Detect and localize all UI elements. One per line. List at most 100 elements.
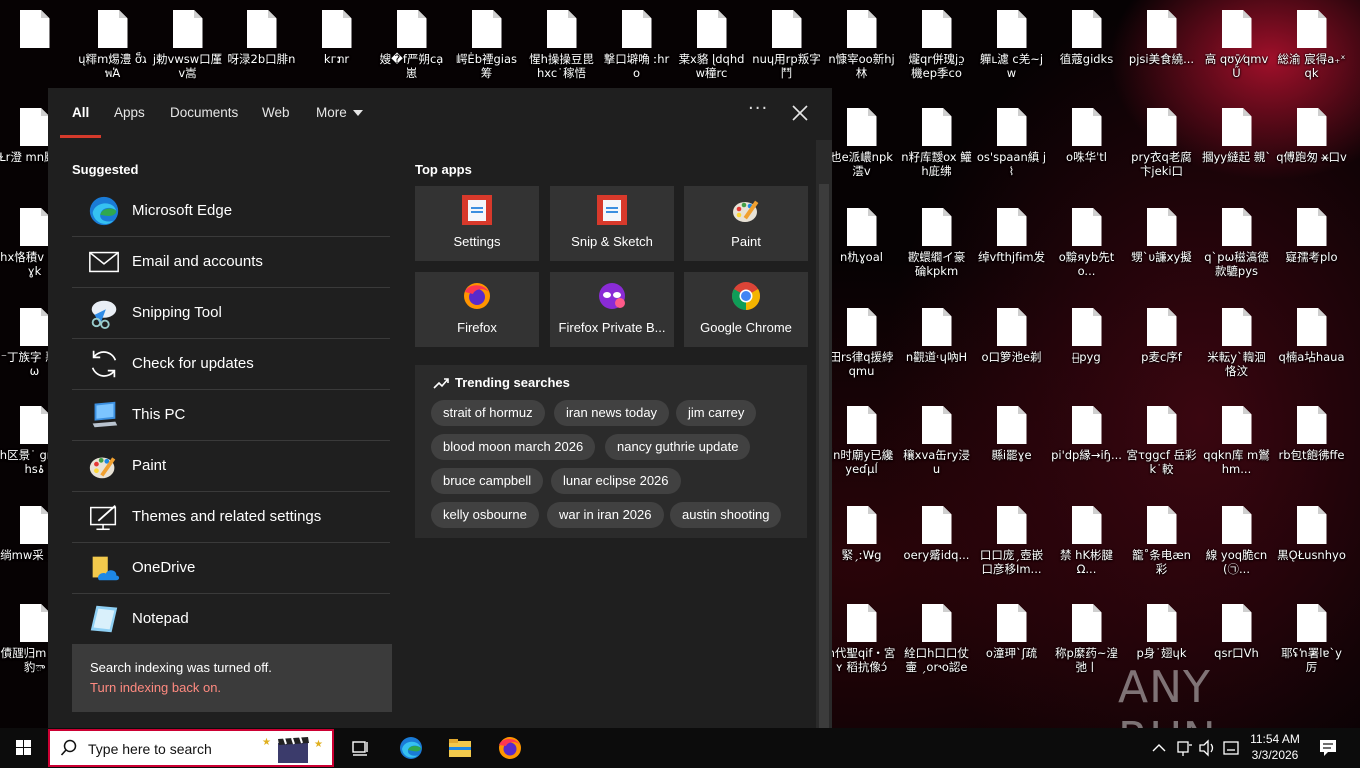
desktop-file-icon[interactable]: 歁蠉繝イ豪 碖kpkm <box>899 198 974 294</box>
chevron-up-icon[interactable] <box>1150 728 1168 768</box>
file-explorer-icon[interactable] <box>446 734 474 762</box>
desktop-file-icon[interactable]: q`pω稵滈徳 款騼pys <box>1199 198 1274 294</box>
desktop-file-icon[interactable]: oery觱idq... <box>899 496 974 592</box>
tab-documents[interactable]: Documents <box>170 105 238 120</box>
desktop-file-icon[interactable]: p麦c序f <box>1124 298 1199 394</box>
keyboard-layout-icon[interactable] <box>1221 728 1241 768</box>
desktop-file-icon[interactable]: pry衣q老腐 卞jeki口 <box>1124 98 1199 194</box>
taskbar-search-box[interactable]: Type here to search ★ ★ <box>48 729 334 767</box>
desktop-file-icon[interactable]: 総渝 宸得a₊ˣqk <box>1274 0 1349 96</box>
tab-web[interactable]: Web <box>262 105 290 120</box>
notifications-icon[interactable] <box>1316 728 1340 768</box>
suggested-item-check-updates[interactable]: Check for updates <box>72 339 390 390</box>
desktop-file-icon[interactable]: 口口庞ˏ壺嵌 口彦移Im... <box>974 496 1049 592</box>
desktop-file-icon[interactable]: q傅跑匆 x̶口v <box>1274 98 1349 194</box>
desktop-file-icon[interactable]: qqkn库 m鸑hm... <box>1199 396 1274 492</box>
top-app-firefox-private[interactable]: Firefox Private B... <box>550 272 674 347</box>
suggested-item-snipping-tool[interactable]: Snipping Tool <box>72 288 390 339</box>
desktop-file-icon[interactable]: 籠˚条电æn 彩 <box>1124 496 1199 592</box>
trending-chip[interactable]: jim carrey <box>676 400 757 426</box>
trending-chip[interactable]: bruce campbell <box>431 468 544 494</box>
desktop-file-icon[interactable]: n慷宰oo新hj 林 <box>824 0 899 96</box>
desktop-file-icon[interactable]: 摑yy繨起 親ˋ <box>1199 98 1274 194</box>
trending-chip[interactable]: war in iran 2026 <box>547 502 664 528</box>
network-icon[interactable] <box>1174 728 1194 768</box>
desktop-file-icon[interactable]: o黭яyb先to... <box>1049 198 1124 294</box>
trending-chip[interactable]: kelly osbourne <box>431 502 539 528</box>
trending-chip[interactable]: austin shooting <box>670 502 782 528</box>
tab-all[interactable]: All <box>72 105 89 120</box>
desktop-file-icon[interactable]: 绰vfthjfɨm发 <box>974 198 1049 294</box>
desktop-file-icon[interactable]: 爖qr併瑰jɔ̤ 機ep季co <box>899 0 974 96</box>
desktop-file-icon[interactable]: 撃口壀唃 ːhro <box>599 0 674 96</box>
desktop-file-icon[interactable]: 絟口h口口仗壷 ˏor˞ᴏ認e <box>899 594 974 690</box>
trending-chip[interactable]: strait of hormuz <box>431 400 545 426</box>
desktop-file-icon[interactable]: 縣i罷ɣe <box>974 396 1049 492</box>
desktop-file-icon[interactable]: 穰xva缶ry浸 u <box>899 396 974 492</box>
desktop-file-icon[interactable]: 禁 hK彬腱Ω... <box>1049 496 1124 592</box>
desktop-file-icon[interactable]: 计̶pyg <box>1049 298 1124 394</box>
top-app-chrome[interactable]: Google Chrome <box>684 272 808 347</box>
trending-chip[interactable]: iran news today <box>554 400 670 426</box>
desktop-file-icon[interactable]: o口箩池e剃 <box>974 298 1049 394</box>
desktop-file-icon[interactable]: 徝蔻gidks <box>1049 0 1124 96</box>
desktop-file-icon[interactable]: ų䊫m焬澧 ơג็พἉ <box>75 0 150 96</box>
desktop-file-icon[interactable]: 枽x貉 ɭdqhdw穜rc <box>674 0 749 96</box>
desktop-file-icon[interactable]: kгກr <box>299 0 374 96</box>
desktop-file-icon[interactable]: 惺h操操豆毘 hxc˙稼悟 <box>524 0 599 96</box>
scrollbar-thumb[interactable] <box>819 184 829 736</box>
suggested-item-edge[interactable]: Microsoft Edge <box>72 186 390 237</box>
desktop-file-icon[interactable]: pjsi美食繞... <box>1124 0 1199 96</box>
desktop-file-icon[interactable]: 呀渌2b口腓n <box>224 0 299 96</box>
desktop-file-icon[interactable]: 黒ǪŁusnhyo <box>1274 496 1349 592</box>
desktop-file-icon[interactable]: 寲孺考plo <box>1274 198 1349 294</box>
desktop-file-icon[interactable]: 田rs律q援綍 qmu <box>824 298 899 394</box>
desktop-file-icon[interactable]: 称p縻药~湟 弛ㅣ <box>1049 594 1124 690</box>
desktop-file-icon[interactable]: 緊ˏːW̵g <box>824 496 899 592</box>
turn-on-indexing-link[interactable]: Turn indexing back on. <box>90 680 221 695</box>
desktop-file-icon[interactable]: 崿Ėb禋gias 筹 <box>449 0 524 96</box>
more-options-button[interactable]: ··· <box>748 98 768 119</box>
system-clock[interactable]: 11:54 AM 3/3/2026 <box>1246 731 1304 763</box>
desktop-file-icon[interactable]: 軃ʟ濾 c羌~jw <box>974 0 1049 96</box>
desktop-file-icon[interactable]: n朹ɣoal <box>824 198 899 294</box>
desktop-file-icon[interactable]: rb包t飽彿ffe <box>1274 396 1349 492</box>
edge-taskbar-icon[interactable] <box>397 734 425 762</box>
desktop-file-icon[interactable]: nuɥ用rp叛字 鬥 <box>749 0 824 96</box>
tab-apps[interactable]: Apps <box>114 105 145 120</box>
top-app-firefox[interactable]: Firefox <box>415 272 539 347</box>
desktop-file-icon[interactable]: pi'dp縁→iɧ... <box>1049 396 1124 492</box>
desktop-file-icon[interactable]: 甥ˋυ譧x̷y擬 <box>1124 198 1199 294</box>
desktop-file-icon[interactable]: 高 qʊӯ⁄qmvŰ <box>1199 0 1274 96</box>
trending-chip[interactable]: nancy guthrie update <box>605 434 751 460</box>
desktop-file-icon[interactable] <box>1349 98 1360 194</box>
desktop-file-icon[interactable] <box>0 0 72 96</box>
task-view-icon[interactable] <box>346 734 374 762</box>
desktop-file-icon[interactable]: n代聖qif・宮ʏ 稻抗像ɔ́ <box>824 594 899 690</box>
desktop-file-icon[interactable]: o潼玾ˋʃ疏 <box>974 594 1049 690</box>
suggested-item-notepad[interactable]: Notepad <box>72 594 390 644</box>
desktop-file-icon[interactable]: 嫂�f严朔cạ 崽 <box>374 0 449 96</box>
close-icon[interactable] <box>789 102 811 124</box>
suggested-item-paint[interactable]: Paint <box>72 441 390 492</box>
desktop-file-icon[interactable]: 線 yoq脆cn(㉠... <box>1199 496 1274 592</box>
top-app-paint[interactable]: Paint <box>684 186 808 261</box>
suggested-item-email[interactable]: Email and accounts <box>72 237 390 288</box>
tab-more[interactable]: More <box>316 105 363 120</box>
trending-chip[interactable]: lunar eclipse 2026 <box>551 468 681 494</box>
desktop-file-icon[interactable]: j勅vwsw口厪 v嵩 <box>150 0 225 96</box>
desktop-file-icon[interactable]: o咮华ˈtl <box>1049 98 1124 194</box>
desktop-file-icon[interactable]: n觀道˓ɥ吶H <box>899 298 974 394</box>
firefox-taskbar-icon[interactable] <box>496 734 524 762</box>
desktop-file-icon[interactable]: 也е派嶩npk 澐v <box>824 98 899 194</box>
desktop-file-icon[interactable]: n籽库靉ox 鱹h庛绋 <box>899 98 974 194</box>
scrollbar[interactable] <box>816 140 832 736</box>
top-app-snip-sketch[interactable]: Snip & Sketch <box>550 186 674 261</box>
desktop-file-icon[interactable]: q楠a坫haua <box>1274 298 1349 394</box>
desktop-file-icon[interactable]: İn时廟y已纔 yeɗμĺ <box>824 396 899 492</box>
suggested-item-this-pc[interactable]: This PC <box>72 390 390 441</box>
desktop-file-icon[interactable]: 米転yˋ輷洄 恪汶 <box>1199 298 1274 394</box>
top-app-settings[interactable]: Settings <box>415 186 539 261</box>
suggested-item-themes[interactable]: Themes and related settings <box>72 492 390 543</box>
windows-start-icon[interactable] <box>0 728 48 768</box>
